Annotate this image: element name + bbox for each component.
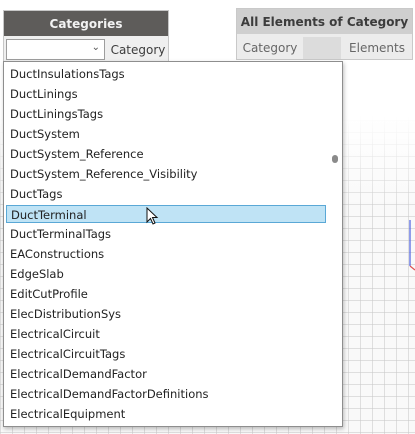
categories-node[interactable]: Categories ⌄ Category [3, 10, 169, 62]
scrollbar-thumb[interactable] [332, 155, 338, 163]
dropdown-item[interactable]: DuctLiningsTags [6, 105, 326, 123]
dropdown-item[interactable]: DuctSystem_Reference [6, 145, 326, 163]
dropdown-item[interactable]: EdgeSlab [6, 265, 326, 283]
mouse-pointer-icon [146, 207, 159, 225]
all-elements-node-body: Category Elements [237, 34, 412, 59]
category-dropdown[interactable]: ⌄ [6, 39, 105, 60]
all-elements-node[interactable]: All Elements of Category Category Elemen… [236, 8, 413, 60]
elements-output-port[interactable]: Elements [341, 37, 413, 59]
dropdown-item[interactable]: EAConstructions [6, 245, 326, 263]
dropdown-item[interactable]: DuctTerminalTags [6, 225, 326, 243]
axis-x-line [409, 265, 415, 271]
dropdown-item-selected[interactable]: DuctTerminal [6, 205, 326, 223]
category-dropdown-list[interactable]: DuctInsulationsTags DuctLinings DuctLining… [3, 61, 343, 427]
dropdown-item[interactable]: ElecDistributionSys [6, 305, 326, 323]
dropdown-item[interactable]: DuctSystem_Reference_Visibility [6, 165, 326, 183]
chevron-down-icon[interactable]: ⌄ [92, 42, 100, 53]
dropdown-item[interactable]: ElectricalCircuit [6, 325, 326, 343]
category-input-port[interactable]: Category [237, 37, 303, 59]
dropdown-item[interactable]: DuctInsulationsTags [6, 65, 326, 83]
node-body-divider [303, 37, 341, 59]
categories-node-body: ⌄ Category [4, 36, 168, 61]
dropdown-item[interactable]: ElectricalEquipment [6, 405, 326, 423]
all-elements-node-title: All Elements of Category [237, 9, 412, 34]
dropdown-item[interactable]: EditCutProfile [6, 285, 326, 303]
axis-gizmo [409, 220, 415, 271]
categories-node-title: Categories [4, 11, 168, 36]
dropdown-item[interactable]: ElectricalDemandFactor [6, 365, 326, 383]
dropdown-item[interactable]: DuctTags [6, 185, 326, 203]
dropdown-item[interactable]: ElectricalDemandFactorDefinitions [6, 385, 326, 403]
category-output-port[interactable]: Category [108, 39, 168, 60]
dropdown-item[interactable]: DuctSystem [6, 125, 326, 143]
dropdown-item[interactable]: ElectricalCircuitTags [6, 345, 326, 363]
dropdown-item[interactable]: DuctLinings [6, 85, 326, 103]
